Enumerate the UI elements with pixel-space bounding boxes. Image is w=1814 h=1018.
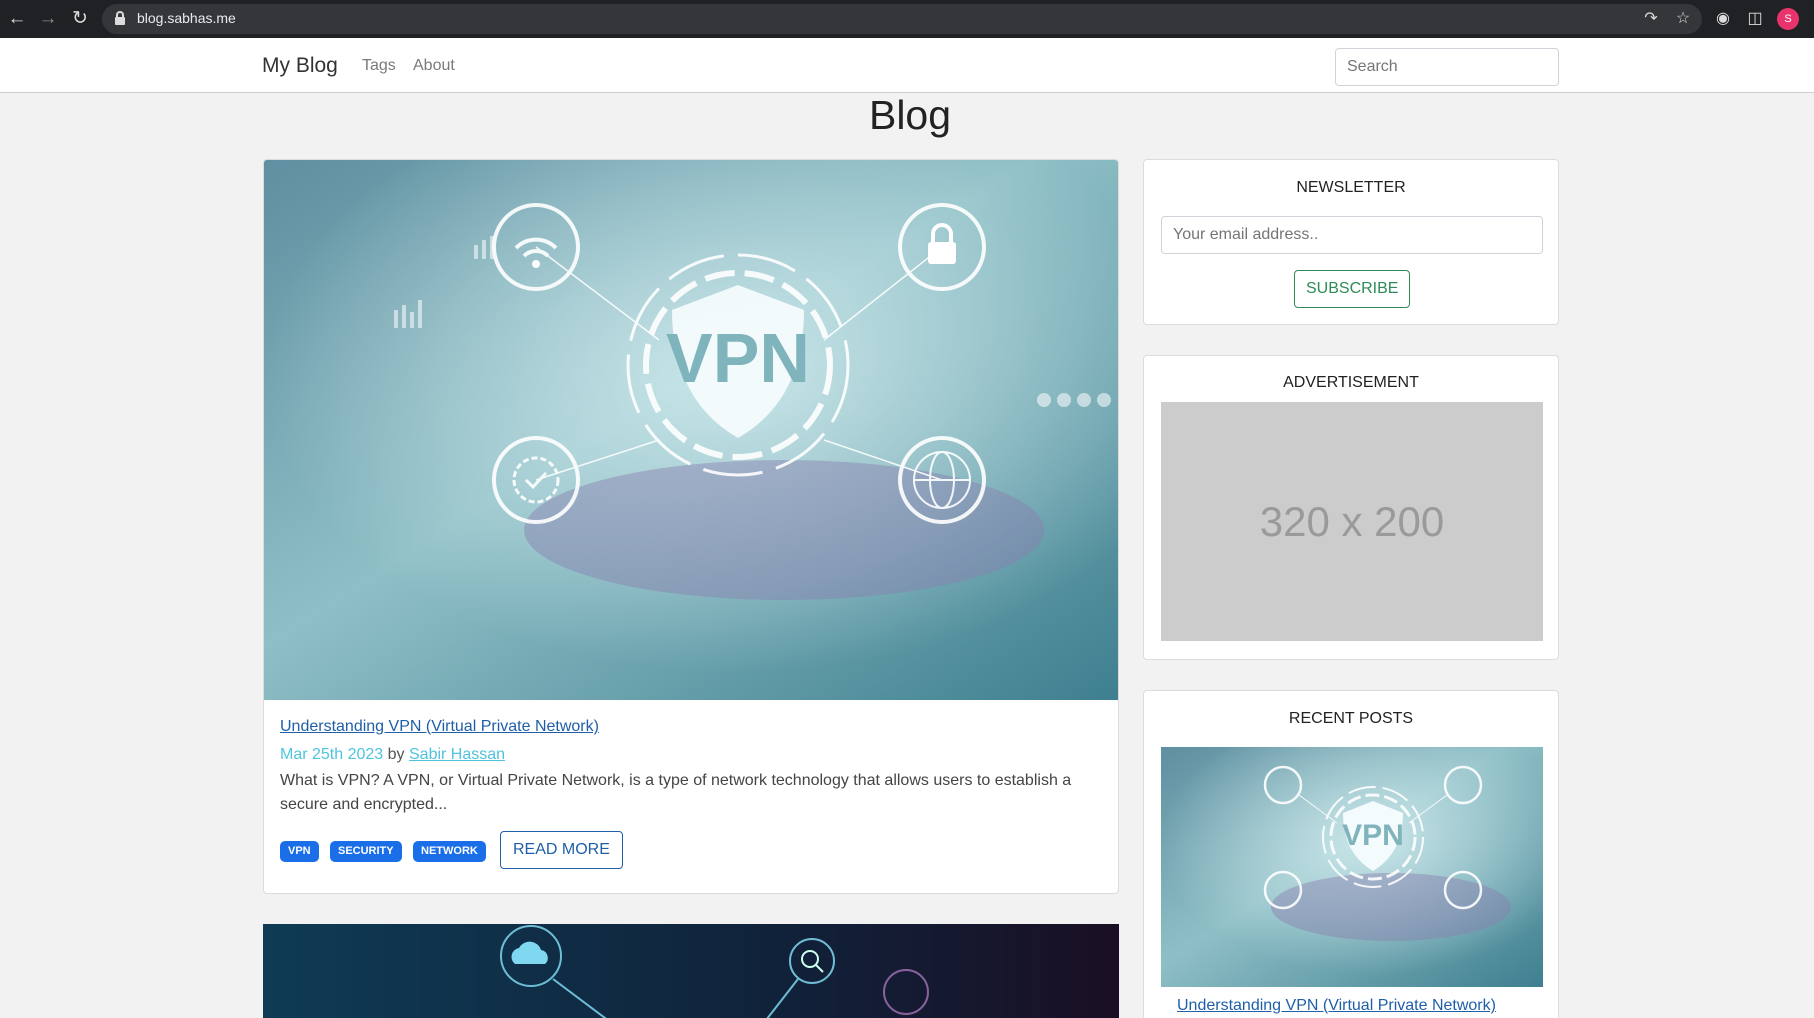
address-url[interactable]: blog.sabhas.me xyxy=(137,10,236,26)
tag-network[interactable]: NETWORK xyxy=(413,841,486,862)
forward-icon[interactable]: → xyxy=(36,7,60,31)
profile-avatar[interactable]: S xyxy=(1777,8,1799,30)
recent-post-link[interactable]: Understanding VPN (Virtual Private Netwo… xyxy=(1177,997,1496,1015)
recent-posts-card: RECENT POSTS VPN Understanding VPN (Virt… xyxy=(1143,690,1559,1018)
post-card-2 xyxy=(263,924,1119,1018)
brand-link[interactable]: My Blog xyxy=(262,54,338,78)
post-image-2[interactable] xyxy=(263,924,1119,1018)
site-navbar: My Blog Tags About xyxy=(0,38,1814,93)
extensions-icon[interactable]: ◉ xyxy=(1712,8,1734,30)
star-icon[interactable]: ☆ xyxy=(1672,8,1694,30)
share-icon[interactable]: ↷ xyxy=(1640,8,1662,30)
newsletter-card: NEWSLETTER SUBSCRIBE xyxy=(1143,159,1559,325)
newsletter-title: NEWSLETTER xyxy=(1296,179,1406,196)
post-title-link[interactable]: Understanding VPN (Virtual Private Netwo… xyxy=(280,718,599,736)
recent-post-image-text: VPN xyxy=(1342,819,1404,852)
post-card: VPN Understanding VPN (Virtual Private N… xyxy=(263,159,1119,894)
nav-link-about[interactable]: About xyxy=(413,57,455,75)
recent-post-image[interactable]: VPN xyxy=(1161,747,1543,987)
reload-icon[interactable]: ↻ xyxy=(68,7,92,31)
subscribe-button[interactable]: SUBSCRIBE xyxy=(1294,270,1411,308)
advertisement-card: ADVERTISEMENT 320 x 200 xyxy=(1143,355,1559,660)
search-input[interactable] xyxy=(1335,48,1559,86)
sidepanel-icon[interactable]: ◫ xyxy=(1744,8,1766,30)
post-meta: Mar 25th 2023 by Sabir Hassan xyxy=(280,746,505,764)
post-by: by xyxy=(387,746,405,763)
tag-vpn[interactable]: VPN xyxy=(280,841,319,862)
post-excerpt: What is VPN? A VPN, or Virtual Private N… xyxy=(280,772,1072,813)
browser-toolbar: ← → ↻ blog.sabhas.me ↷ ☆ ◉ ◫ S xyxy=(0,0,1814,38)
lock-icon[interactable] xyxy=(115,11,125,25)
tag-security[interactable]: SECURITY xyxy=(330,841,402,862)
address-bar[interactable] xyxy=(102,4,1702,34)
newsletter-email-input[interactable] xyxy=(1161,216,1543,254)
recent-posts-title: RECENT POSTS xyxy=(1288,710,1414,727)
advertisement-title: ADVERTISEMENT xyxy=(1283,374,1419,391)
post-image[interactable]: VPN xyxy=(264,160,1118,700)
back-icon[interactable]: ← xyxy=(5,7,29,31)
post-author-link[interactable]: Sabir Hassan xyxy=(409,746,505,763)
post-date: Mar 25th 2023 xyxy=(280,746,384,763)
post-image-text: VPN xyxy=(666,319,810,397)
nav-link-tags[interactable]: Tags xyxy=(362,57,396,75)
ad-placeholder[interactable]: 320 x 200 xyxy=(1161,402,1543,641)
page-title: Blog xyxy=(868,92,952,138)
read-more-button[interactable]: READ MORE xyxy=(500,831,623,869)
